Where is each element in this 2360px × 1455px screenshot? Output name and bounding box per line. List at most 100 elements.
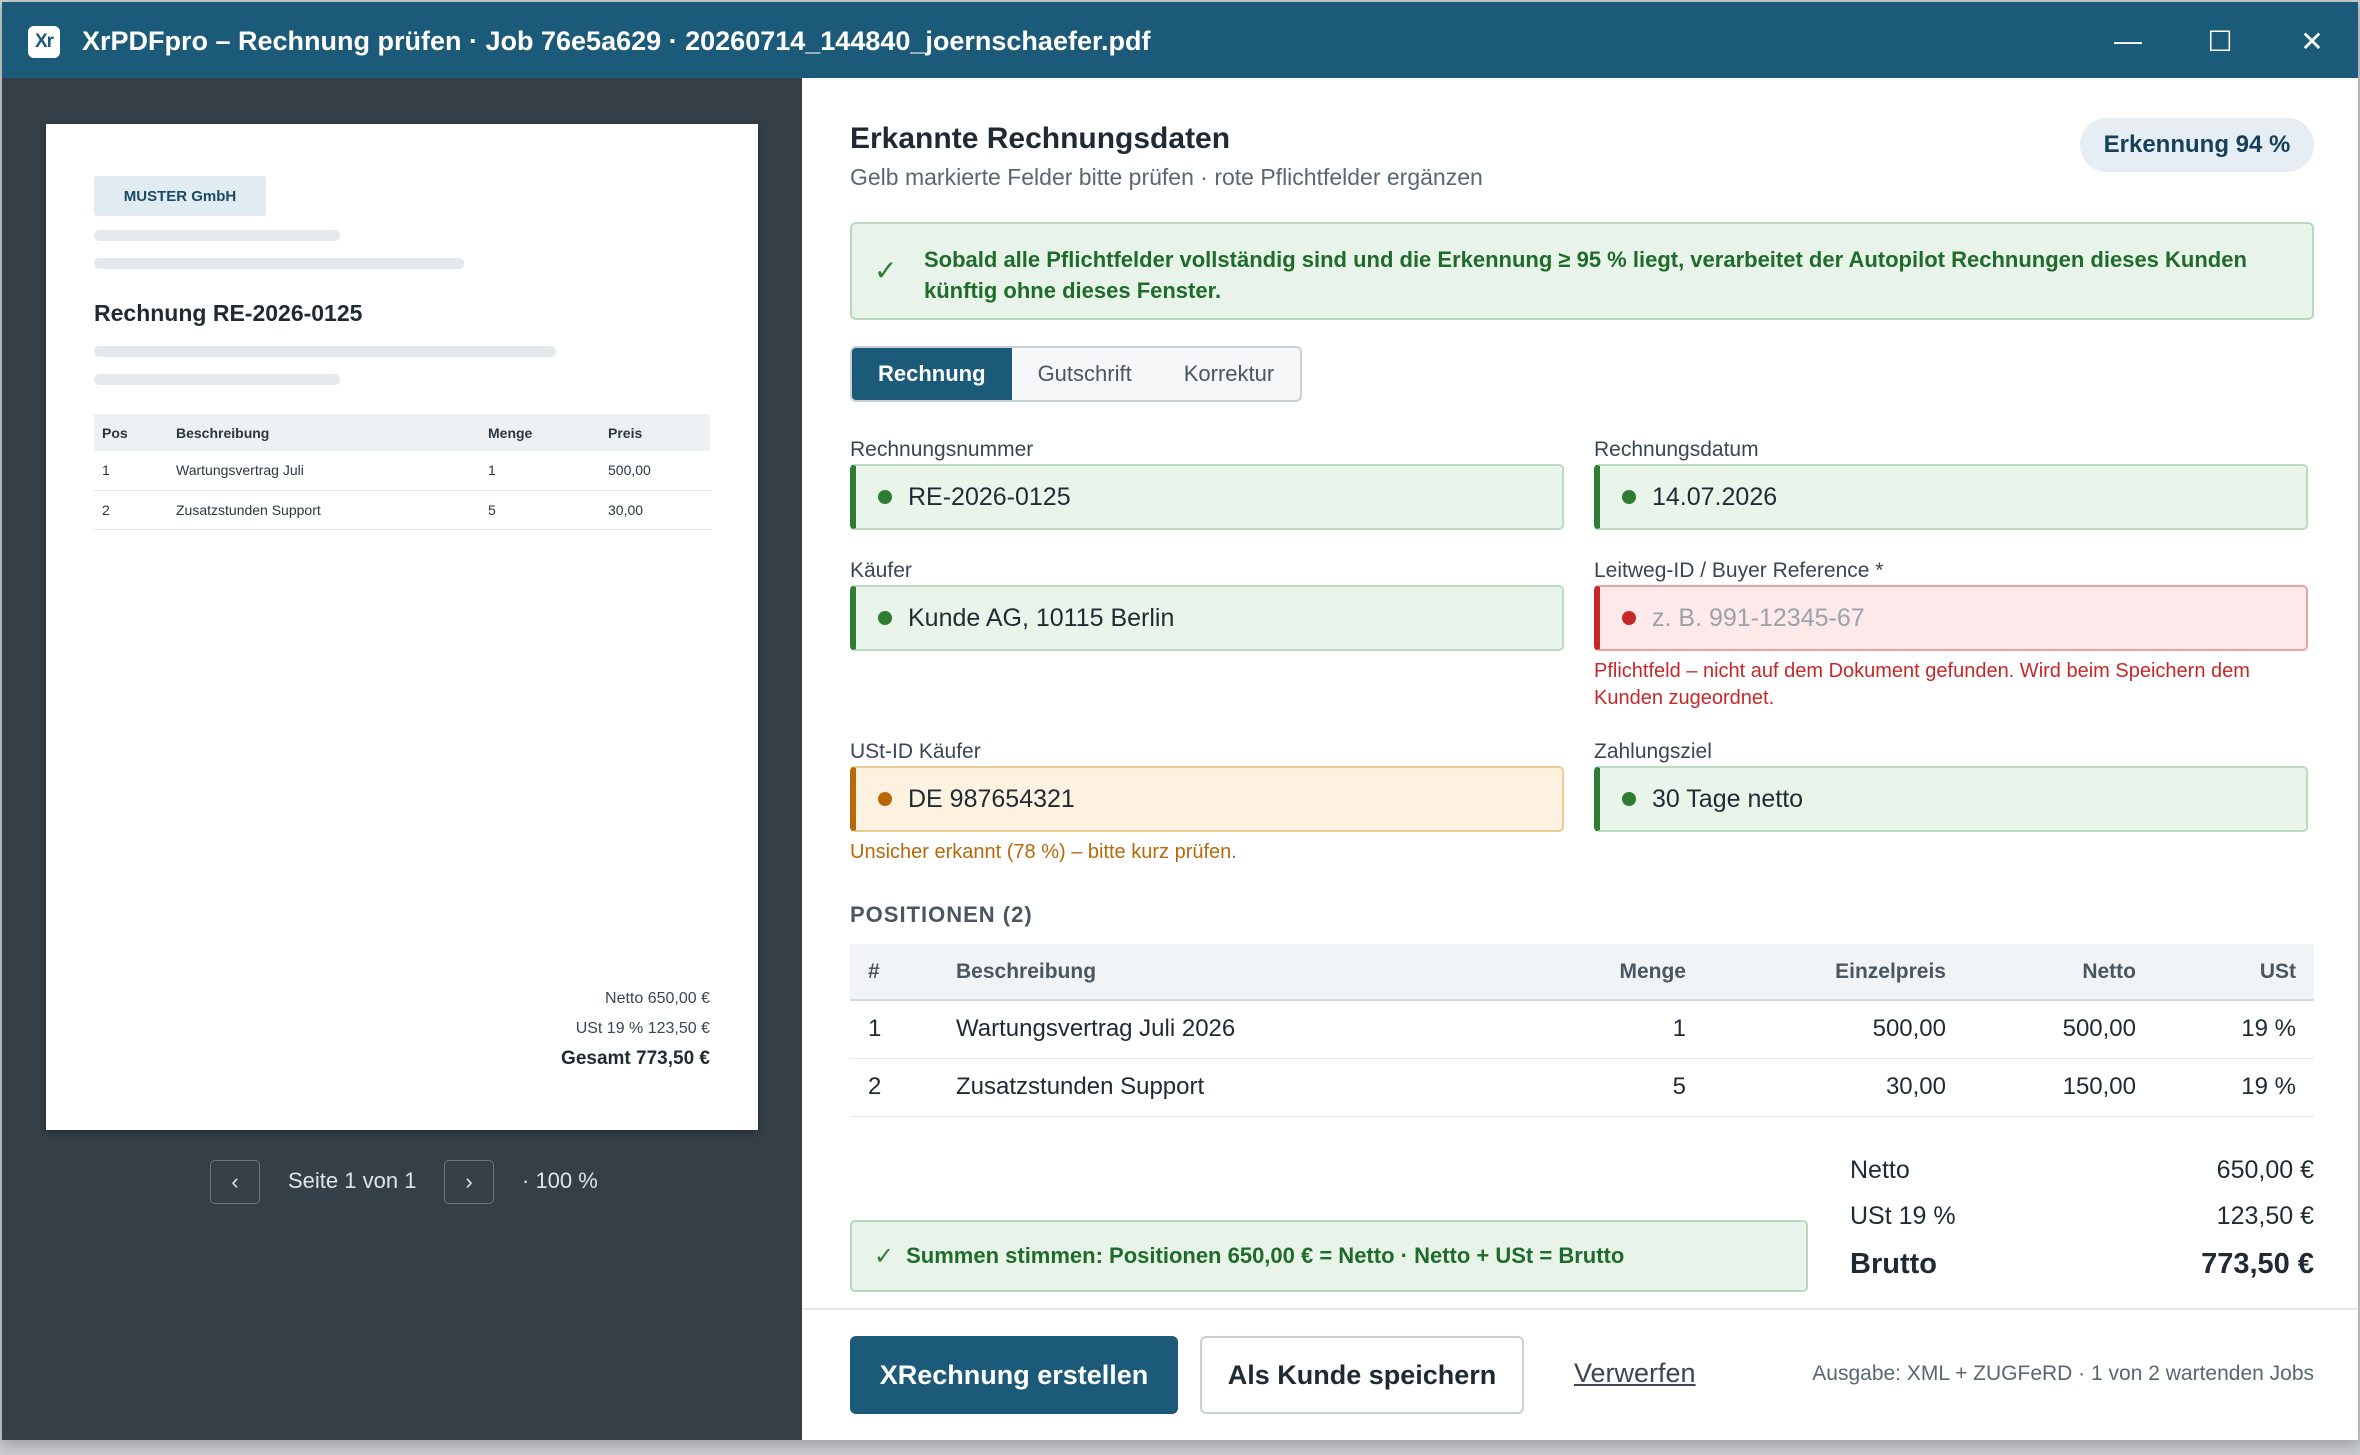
window-title: XrPDFpro – Rechnung prüfen · Job 76e5a62… bbox=[82, 26, 1151, 56]
invoice-date-label: Rechnungsdatum bbox=[1594, 438, 1759, 461]
total-brutto-value: 773,50 € bbox=[2201, 1248, 2314, 1280]
previous-page-button[interactable]: ‹ bbox=[210, 1160, 260, 1204]
doc-placeholder-line bbox=[94, 230, 340, 241]
position-unit-price: 30,00 bbox=[1704, 1058, 1964, 1117]
positions-table: # Beschreibung Menge Einzelpreis Netto U… bbox=[850, 944, 2314, 1117]
table-row[interactable]: 1 Wartungsvertrag Juli 2026 1 500,00 500… bbox=[850, 1000, 2314, 1059]
doc-col-price: Preis bbox=[600, 414, 710, 451]
col-net: Netto bbox=[1964, 944, 2154, 1001]
invoice-number-label: Rechnungsnummer bbox=[850, 438, 1034, 461]
discard-link[interactable]: Verwerfen bbox=[1574, 1358, 1696, 1389]
doc-type-gutschrift[interactable]: Gutschrift bbox=[1012, 348, 1158, 400]
document-type-selector: Rechnung Gutschrift Korrektur bbox=[850, 346, 1303, 402]
sum-check-text: Summen stimmen: Positionen 650,00 € = Ne… bbox=[906, 1243, 1625, 1268]
col-unit-price: Einzelpreis bbox=[1704, 944, 1964, 1001]
doc-netto: Netto 650,00 € bbox=[605, 990, 710, 1007]
positions-heading: POSITIONEN (2) bbox=[850, 902, 1033, 927]
position-description: Wartungsvertrag Juli 2026 bbox=[938, 1000, 1504, 1059]
doc-col-qty: Menge bbox=[480, 414, 600, 451]
doc-cell-price: 30,00 bbox=[600, 490, 710, 530]
zoom-level: · 100 % bbox=[522, 1168, 598, 1193]
page-indicator: Seite 1 von 1 bbox=[288, 1168, 417, 1193]
autopilot-info-box: ✓ Sobald alle Pflichtfelder vollständig … bbox=[850, 222, 2314, 320]
position-net: 150,00 bbox=[1964, 1058, 2154, 1117]
total-brutto-label: Brutto bbox=[1850, 1248, 1937, 1280]
invoice-date-value: 14.07.2026 bbox=[1652, 482, 1778, 511]
leitweg-id-error: Pflichtfeld – nicht auf dem Dokument gef… bbox=[1594, 660, 2250, 709]
total-vat-value: 123,50 € bbox=[2216, 1202, 2314, 1230]
col-quantity: Menge bbox=[1504, 944, 1704, 1001]
minimize-icon[interactable]: — bbox=[2098, 16, 2158, 66]
sum-check-box: ✓ Summen stimmen: Positionen 650,00 € = … bbox=[850, 1220, 1808, 1292]
doc-placeholder-line bbox=[94, 258, 464, 269]
invoice-number-value: RE-2026-0125 bbox=[908, 482, 1071, 511]
position-quantity: 5 bbox=[1504, 1058, 1704, 1117]
pdf-preview-pane: MUSTER GmbH Rechnung RE-2026-0125 Pos Be… bbox=[2, 78, 802, 1440]
total-netto-value: 650,00 € bbox=[2216, 1156, 2314, 1184]
status-ok-icon bbox=[878, 490, 892, 504]
close-icon[interactable]: ✕ bbox=[2282, 16, 2342, 66]
vat-id-warning: Unsicher erkannt (78 %) – bitte kurz prü… bbox=[850, 841, 1237, 863]
title-bar: Xr XrPDFpro – Rechnung prüfen · Job 76e5… bbox=[2, 2, 2358, 78]
autopilot-info-text: Sobald alle Pflichtfelder vollständig si… bbox=[924, 247, 2247, 303]
vat-id-label: USt-ID Käufer bbox=[850, 740, 981, 763]
total-vat-label: USt 19 % bbox=[1850, 1202, 1956, 1230]
doc-cell-price: 500,00 bbox=[600, 451, 710, 491]
doc-cell-qty: 5 bbox=[480, 490, 600, 530]
doc-type-korrektur[interactable]: Korrektur bbox=[1158, 348, 1300, 400]
position-description: Zusatzstunden Support bbox=[938, 1058, 1504, 1117]
doc-col-pos: Pos bbox=[94, 414, 168, 451]
doc-table-row: 2 Zusatzstunden Support 5 30,00 bbox=[94, 490, 710, 530]
position-quantity: 1 bbox=[1504, 1000, 1704, 1059]
position-vat: 19 % bbox=[2154, 1000, 2314, 1059]
col-nr: # bbox=[850, 944, 938, 1001]
doc-cell-pos: 1 bbox=[94, 451, 168, 491]
doc-ust: USt 19 % 123,50 € bbox=[575, 1020, 710, 1037]
check-icon: ✓ bbox=[874, 1242, 895, 1270]
leitweg-id-input[interactable] bbox=[1652, 603, 2252, 633]
table-row[interactable]: 2 Zusatzstunden Support 5 30,00 150,00 1… bbox=[850, 1058, 2314, 1117]
check-icon: ✓ bbox=[874, 255, 898, 286]
create-xrechnung-button[interactable]: XRechnung erstellen bbox=[850, 1336, 1178, 1414]
action-footer: XRechnung erstellen Als Kunde speichern … bbox=[802, 1308, 2358, 1440]
doc-cell-qty: 1 bbox=[480, 451, 600, 491]
save-as-customer-button[interactable]: Als Kunde speichern bbox=[1200, 1336, 1524, 1414]
status-ok-icon bbox=[1622, 792, 1636, 806]
maximize-icon[interactable]: ☐ bbox=[2190, 16, 2250, 66]
invoice-data-panel: Erkannte Rechnungsdaten Gelb markierte F… bbox=[802, 78, 2358, 1440]
leitweg-id-field[interactable] bbox=[1594, 585, 2308, 651]
status-error-icon bbox=[1622, 611, 1636, 625]
doc-type-rechnung[interactable]: Rechnung bbox=[852, 348, 1012, 400]
panel-heading: Erkannte Rechnungsdaten bbox=[850, 122, 1231, 155]
doc-cell-desc: Zusatzstunden Support bbox=[168, 490, 480, 530]
output-info: Ausgabe: XML + ZUGFeRD · 1 von 2 wartend… bbox=[1812, 1362, 2314, 1385]
buyer-label: Käufer bbox=[850, 559, 912, 582]
doc-table-row: 1 Wartungsvertrag Juli 1 500,00 bbox=[94, 451, 710, 491]
panel-subheading: Gelb markierte Felder bitte prüfen · rot… bbox=[850, 164, 1483, 190]
position-nr: 2 bbox=[850, 1058, 938, 1117]
doc-company-logo: MUSTER GmbH bbox=[94, 176, 266, 216]
invoice-number-field[interactable]: RE-2026-0125 bbox=[850, 464, 1564, 530]
buyer-value: Kunde AG, 10115 Berlin bbox=[908, 603, 1175, 632]
total-netto-label: Netto bbox=[1850, 1156, 1910, 1184]
pdf-page: MUSTER GmbH Rechnung RE-2026-0125 Pos Be… bbox=[46, 124, 758, 1130]
position-vat: 19 % bbox=[2154, 1058, 2314, 1117]
position-nr: 1 bbox=[850, 1000, 938, 1059]
doc-placeholder-line bbox=[94, 346, 556, 357]
doc-gesamt: Gesamt 773,50 € bbox=[561, 1048, 710, 1069]
next-page-button[interactable]: › bbox=[444, 1160, 494, 1204]
doc-items-table: Pos Beschreibung Menge Preis 1 Wartungsv… bbox=[94, 414, 710, 530]
leitweg-id-label: Leitweg-ID / Buyer Reference * bbox=[1594, 559, 1884, 582]
buyer-field[interactable]: Kunde AG, 10115 Berlin bbox=[850, 585, 1564, 651]
app-logo-icon: Xr bbox=[28, 26, 60, 58]
vat-id-field[interactable]: DE 987654321 bbox=[850, 766, 1564, 832]
doc-title: Rechnung RE-2026-0125 bbox=[94, 300, 363, 326]
page-navigator: ‹ Seite 1 von 1 › · 100 % bbox=[2, 1160, 802, 1204]
recognition-badge: Erkennung 94 % bbox=[2080, 118, 2314, 172]
invoice-date-field[interactable]: 14.07.2026 bbox=[1594, 464, 2308, 530]
payment-terms-value: 30 Tage netto bbox=[1652, 784, 1804, 813]
doc-placeholder-line bbox=[94, 374, 340, 385]
payment-terms-field[interactable]: 30 Tage netto bbox=[1594, 766, 2308, 832]
status-ok-icon bbox=[1622, 490, 1636, 504]
position-net: 500,00 bbox=[1964, 1000, 2154, 1059]
